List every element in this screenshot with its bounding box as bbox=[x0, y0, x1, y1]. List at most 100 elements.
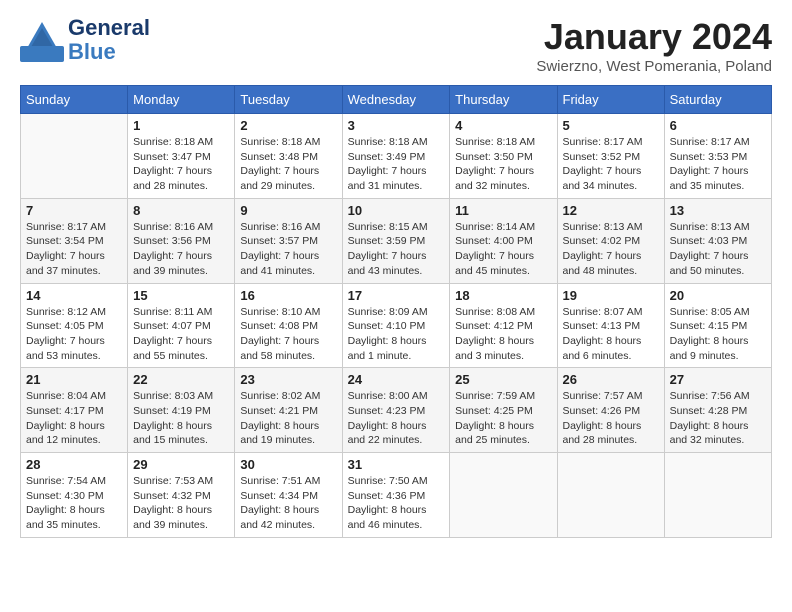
day-info: Sunrise: 8:08 AMSunset: 4:12 PMDaylight:… bbox=[455, 305, 551, 364]
calendar-cell: 21 Sunrise: 8:04 AMSunset: 4:17 PMDayligh… bbox=[21, 368, 128, 453]
day-number: 4 bbox=[455, 118, 551, 133]
calendar-cell: 4Sunrise: 8:18 AMSunset: 3:50 PMDaylight… bbox=[450, 114, 557, 199]
calendar-cell: 22 Sunrise: 8:03 AMSunset: 4:19 PMDayligh… bbox=[128, 368, 235, 453]
day-info: Sunrise: 7:53 AMSunset: 4:32 PMDaylight:… bbox=[133, 474, 229, 533]
calendar-cell: 27Sunrise: 7:56 AMSunset: 4:28 PMDayligh… bbox=[664, 368, 771, 453]
calendar-cell: 12 Sunrise: 8:13 AMSunset: 4:02 PMDayligh… bbox=[557, 198, 664, 283]
day-info: Sunrise: 8:09 AMSunset: 4:10 PMDaylight:… bbox=[348, 305, 445, 364]
day-number: 20 bbox=[670, 288, 766, 303]
day-number: 17 bbox=[348, 288, 445, 303]
day-info: Sunrise: 8:17 AMSunset: 3:52 PMDaylight:… bbox=[563, 135, 659, 194]
logo: General Blue bbox=[20, 16, 150, 64]
calendar-header-row: SundayMondayTuesdayWednesdayThursdayFrid… bbox=[21, 86, 772, 114]
calendar-cell bbox=[557, 453, 664, 538]
day-number: 23 bbox=[240, 372, 336, 387]
day-number: 15 bbox=[133, 288, 229, 303]
day-info: Sunrise: 7:57 AMSunset: 4:26 PMDaylight:… bbox=[563, 389, 659, 448]
day-info: Sunrise: 8:02 AMSunset: 4:21 PMDaylight:… bbox=[240, 389, 336, 448]
day-number: 29 bbox=[133, 457, 229, 472]
day-number: 6 bbox=[670, 118, 766, 133]
day-number: 8 bbox=[133, 203, 229, 218]
weekday-header-friday: Friday bbox=[557, 86, 664, 114]
weekday-header-sunday: Sunday bbox=[21, 86, 128, 114]
calendar-cell: 28 Sunrise: 7:54 AMSunset: 4:30 PMDayligh… bbox=[21, 453, 128, 538]
day-info: Sunrise: 7:59 AMSunset: 4:25 PMDaylight:… bbox=[455, 389, 551, 448]
day-number: 22 bbox=[133, 372, 229, 387]
day-number: 31 bbox=[348, 457, 445, 472]
calendar-cell: 18 Sunrise: 8:08 AMSunset: 4:12 PMDayligh… bbox=[450, 283, 557, 368]
day-number: 10 bbox=[348, 203, 445, 218]
day-number: 3 bbox=[348, 118, 445, 133]
day-info: Sunrise: 8:04 AMSunset: 4:17 PMDaylight:… bbox=[26, 389, 122, 448]
calendar-cell: 8 Sunrise: 8:16 AMSunset: 3:56 PMDaylight… bbox=[128, 198, 235, 283]
day-info: Sunrise: 8:17 AMSunset: 3:54 PMDaylight:… bbox=[26, 220, 122, 279]
logo-text-general: General bbox=[68, 16, 150, 40]
weekday-header-tuesday: Tuesday bbox=[235, 86, 342, 114]
day-info: Sunrise: 8:12 AMSunset: 4:05 PMDaylight:… bbox=[26, 305, 122, 364]
calendar-week-3: 14Sunrise: 8:12 AMSunset: 4:05 PMDayligh… bbox=[21, 283, 772, 368]
title-block: January 2024 Swierzno, West Pomerania, P… bbox=[536, 16, 772, 75]
day-number: 7 bbox=[26, 203, 122, 218]
calendar-cell: 7 Sunrise: 8:17 AMSunset: 3:54 PMDaylight… bbox=[21, 198, 128, 283]
day-info: Sunrise: 8:14 AMSunset: 4:00 PMDaylight:… bbox=[455, 220, 551, 279]
day-info: Sunrise: 8:17 AMSunset: 3:53 PMDaylight:… bbox=[670, 135, 766, 194]
day-info: Sunrise: 7:54 AMSunset: 4:30 PMDaylight:… bbox=[26, 474, 122, 533]
day-number: 5 bbox=[563, 118, 659, 133]
logo-icon bbox=[20, 18, 64, 62]
calendar-cell: 9 Sunrise: 8:16 AMSunset: 3:57 PMDaylight… bbox=[235, 198, 342, 283]
calendar-week-1: 1Sunrise: 8:18 AMSunset: 3:47 PMDaylight… bbox=[21, 114, 772, 199]
calendar-cell: 13 Sunrise: 8:13 AMSunset: 4:03 PMDayligh… bbox=[664, 198, 771, 283]
day-info: Sunrise: 8:03 AMSunset: 4:19 PMDaylight:… bbox=[133, 389, 229, 448]
day-number: 11 bbox=[455, 203, 551, 218]
calendar-cell: 16Sunrise: 8:10 AMSunset: 4:08 PMDayligh… bbox=[235, 283, 342, 368]
calendar-table: SundayMondayTuesdayWednesdayThursdayFrid… bbox=[20, 85, 772, 538]
day-number: 28 bbox=[26, 457, 122, 472]
day-number: 30 bbox=[240, 457, 336, 472]
weekday-header-thursday: Thursday bbox=[450, 86, 557, 114]
day-number: 25 bbox=[455, 372, 551, 387]
day-info: Sunrise: 8:00 AMSunset: 4:23 PMDaylight:… bbox=[348, 389, 445, 448]
calendar-cell: 17 Sunrise: 8:09 AMSunset: 4:10 PMDayligh… bbox=[342, 283, 450, 368]
day-info: Sunrise: 8:13 AMSunset: 4:02 PMDaylight:… bbox=[563, 220, 659, 279]
day-info: Sunrise: 8:13 AMSunset: 4:03 PMDaylight:… bbox=[670, 220, 766, 279]
calendar-cell: 20 Sunrise: 8:05 AMSunset: 4:15 PMDayligh… bbox=[664, 283, 771, 368]
calendar-cell bbox=[21, 114, 128, 199]
day-info: Sunrise: 8:16 AMSunset: 3:57 PMDaylight:… bbox=[240, 220, 336, 279]
day-number: 24 bbox=[348, 372, 445, 387]
day-info: Sunrise: 8:05 AMSunset: 4:15 PMDaylight:… bbox=[670, 305, 766, 364]
day-info: Sunrise: 7:51 AMSunset: 4:34 PMDaylight:… bbox=[240, 474, 336, 533]
weekday-header-monday: Monday bbox=[128, 86, 235, 114]
calendar-cell: 24 Sunrise: 8:00 AMSunset: 4:23 PMDayligh… bbox=[342, 368, 450, 453]
day-info: Sunrise: 8:18 AMSunset: 3:48 PMDaylight:… bbox=[240, 135, 336, 194]
calendar-cell bbox=[664, 453, 771, 538]
calendar-body: 1Sunrise: 8:18 AMSunset: 3:47 PMDaylight… bbox=[21, 114, 772, 538]
calendar-cell: 11 Sunrise: 8:14 AMSunset: 4:00 PMDayligh… bbox=[450, 198, 557, 283]
weekday-header-saturday: Saturday bbox=[664, 86, 771, 114]
calendar-cell: 14Sunrise: 8:12 AMSunset: 4:05 PMDayligh… bbox=[21, 283, 128, 368]
day-number: 12 bbox=[563, 203, 659, 218]
day-info: Sunrise: 8:16 AMSunset: 3:56 PMDaylight:… bbox=[133, 220, 229, 279]
day-number: 21 bbox=[26, 372, 122, 387]
day-info: Sunrise: 8:15 AMSunset: 3:59 PMDaylight:… bbox=[348, 220, 445, 279]
calendar-cell: 1Sunrise: 8:18 AMSunset: 3:47 PMDaylight… bbox=[128, 114, 235, 199]
day-number: 26 bbox=[563, 372, 659, 387]
day-info: Sunrise: 8:18 AMSunset: 3:47 PMDaylight:… bbox=[133, 135, 229, 194]
day-number: 9 bbox=[240, 203, 336, 218]
day-number: 18 bbox=[455, 288, 551, 303]
calendar-cell: 19Sunrise: 8:07 AMSunset: 4:13 PMDayligh… bbox=[557, 283, 664, 368]
calendar-title: January 2024 bbox=[536, 16, 772, 58]
calendar-cell: 29 Sunrise: 7:53 AMSunset: 4:32 PMDayligh… bbox=[128, 453, 235, 538]
calendar-week-4: 21 Sunrise: 8:04 AMSunset: 4:17 PMDayligh… bbox=[21, 368, 772, 453]
day-number: 13 bbox=[670, 203, 766, 218]
calendar-location: Swierzno, West Pomerania, Poland bbox=[536, 58, 772, 75]
calendar-week-5: 28 Sunrise: 7:54 AMSunset: 4:30 PMDayligh… bbox=[21, 453, 772, 538]
calendar-cell: 10 Sunrise: 8:15 AMSunset: 3:59 PMDayligh… bbox=[342, 198, 450, 283]
day-info: Sunrise: 8:10 AMSunset: 4:08 PMDaylight:… bbox=[240, 305, 336, 364]
calendar-cell: 25 Sunrise: 7:59 AMSunset: 4:25 PMDayligh… bbox=[450, 368, 557, 453]
day-number: 2 bbox=[240, 118, 336, 133]
calendar-cell bbox=[450, 453, 557, 538]
calendar-week-2: 7 Sunrise: 8:17 AMSunset: 3:54 PMDaylight… bbox=[21, 198, 772, 283]
calendar-cell: 15Sunrise: 8:11 AMSunset: 4:07 PMDayligh… bbox=[128, 283, 235, 368]
day-info: Sunrise: 7:56 AMSunset: 4:28 PMDaylight:… bbox=[670, 389, 766, 448]
logo-text-blue: Blue bbox=[68, 40, 150, 64]
